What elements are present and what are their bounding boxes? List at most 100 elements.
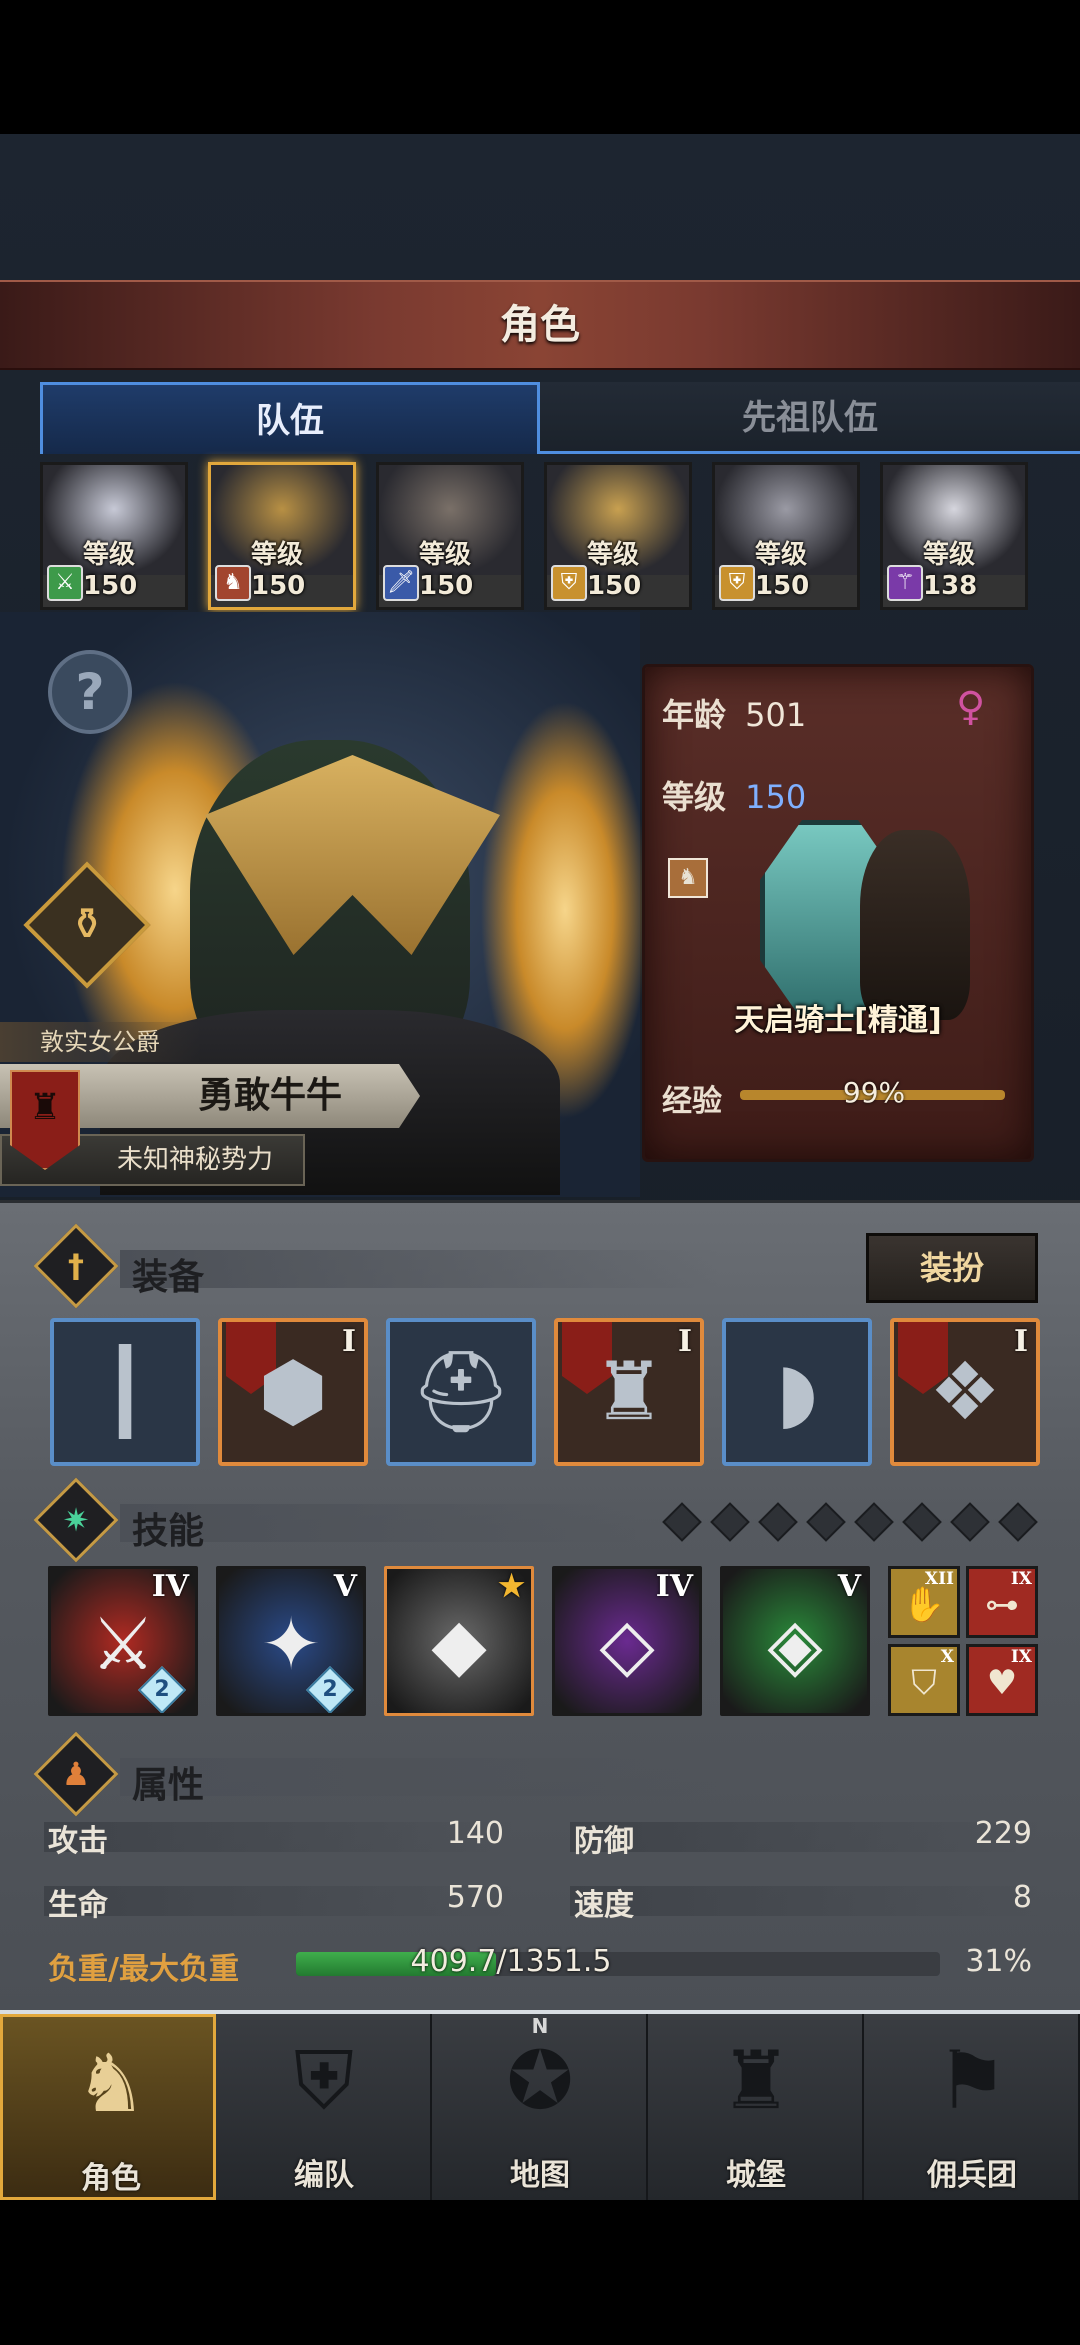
boots-icon: ◗ [775, 1345, 819, 1438]
hero-card[interactable]: ♞ 等级150 [208, 462, 356, 610]
level-label: 等级 [662, 778, 727, 816]
star-burst-icon: ✷ [62, 1501, 90, 1539]
skill-tier: IV [655, 1569, 693, 1604]
hp-label: 生命 [48, 1888, 108, 1923]
formation-icon: ⛨ [294, 2034, 354, 2127]
hero-card[interactable]: ⛨ 等级150 [712, 462, 860, 610]
load-percent: 31% [965, 1944, 1032, 1979]
dagger-icon: 🗡 [383, 565, 419, 601]
load-label: 负重/最大负重 [48, 1952, 239, 1987]
nav-mercenary[interactable]: ⚑ 佣兵团 [864, 2014, 1080, 2200]
age-row: 年龄 501 [662, 690, 806, 736]
passive-skill[interactable]: ⛉ X [888, 1644, 960, 1716]
hero-card[interactable]: ⛨ 等级150 [544, 462, 692, 610]
club-icon: ┃ [100, 1345, 150, 1438]
passive-tier: X [940, 1647, 954, 1667]
speed-value: 8 [1012, 1880, 1032, 1915]
compass-icon: ✪ [506, 2034, 574, 2127]
skill-card[interactable]: ◇ IV [552, 1566, 702, 1716]
nav-label: 城堡 [726, 2158, 786, 2193]
hero-level: 等级150 [419, 540, 474, 601]
tab-ancestor-team[interactable]: 先祖队伍 [540, 382, 1080, 454]
skills-title: 技能 [132, 1511, 205, 1552]
skill-slot-dot [854, 1502, 894, 1542]
character-name[interactable]: 勇敢牛牛 [120, 1064, 420, 1128]
item-tier: I [341, 1324, 356, 1359]
attack-value: 140 [446, 1816, 504, 1851]
shield-icon: ⛨ [551, 565, 587, 601]
mount-class-icon: ♞ [668, 858, 708, 898]
passive-skill[interactable]: ⊶ IX [966, 1566, 1038, 1638]
shield-icon: ⛨ [719, 565, 755, 601]
faction-crest-icon: ♜ [28, 1087, 62, 1128]
defense-label: 防御 [574, 1824, 634, 1859]
castle-icon: ♜ [720, 2034, 792, 2127]
attributes-header-line [120, 1758, 720, 1796]
skill-card[interactable]: ◈ V [720, 1566, 870, 1716]
equipment-slot[interactable]: ⛑ [386, 1318, 536, 1466]
equipment-header-line [120, 1250, 720, 1288]
skill-slot-dot [758, 1502, 798, 1542]
skill-slot-dots [662, 1502, 1042, 1542]
hero-level: 等级150 [83, 540, 138, 601]
skill-card[interactable]: ⚔ IV 2 [48, 1566, 198, 1716]
skill-card[interactable]: ◆ ★ [384, 1566, 534, 1716]
skill-slot-dot [710, 1502, 750, 1542]
equipment-slot[interactable]: ❖ I [890, 1318, 1040, 1466]
page-title: 角色 [500, 302, 580, 348]
hero-level: 等级150 [755, 540, 810, 601]
nav-compass[interactable]: ✪ N 地图 [432, 2014, 648, 2200]
item-tier: I [677, 1324, 692, 1359]
help-button[interactable]: ? [48, 650, 132, 734]
dress-up-button[interactable]: 装扮 [866, 1233, 1038, 1303]
hero-level: 等级150 [587, 540, 642, 601]
nav-label: 编队 [294, 2158, 354, 2193]
attributes-title: 属性 [132, 1765, 205, 1806]
hero-card[interactable]: ⚔ 等级150 [40, 462, 188, 610]
skill-tier: ★ [498, 1569, 525, 1604]
staff-icon: ⚚ [887, 565, 923, 601]
passive-tier: XII [924, 1569, 954, 1589]
exp-value: 99% [842, 1076, 906, 1109]
status-bar-area [0, 0, 1080, 134]
age-label: 年龄 [662, 696, 727, 734]
level-row: 等级 150 [662, 772, 806, 818]
hero-card[interactable]: ⚚ 等级138 [880, 462, 1028, 610]
age-value: 501 [745, 696, 807, 734]
nav-formation[interactable]: ⛨ 编队 [216, 2014, 432, 2200]
tab-bar: 队伍 先祖队伍 [40, 382, 1080, 454]
passive-skill[interactable]: ♥ IX [966, 1644, 1038, 1716]
passive-tier: IX [1010, 1569, 1032, 1589]
skill-card[interactable]: ✦ V 2 [216, 1566, 366, 1716]
passive-tier: IX [1010, 1647, 1032, 1667]
hero-card[interactable]: 🗡 等级150 [376, 462, 524, 610]
equipment-slot[interactable]: ┃ [50, 1318, 200, 1466]
mount-icon: ♞ [215, 565, 251, 601]
compass-north-label: N [531, 2014, 549, 2038]
skill-tier: IV [151, 1569, 189, 1604]
tab-team[interactable]: 队伍 [40, 382, 540, 454]
sword-icon: ⚔ [47, 565, 83, 601]
hero-roster: ⚔ 等级150 ♞ 等级150 🗡 等级150 ⛨ 等级150 ⛨ 等级150 ⚚ 等级138 [40, 462, 1080, 612]
skill-tier: V [333, 1569, 357, 1604]
knight-icon: ♞ [75, 2037, 147, 2130]
nav-label: 佣兵团 [927, 2158, 1017, 2193]
defense-value: 229 [974, 1816, 1032, 1851]
attack-label: 攻击 [48, 1824, 108, 1859]
nav-knight[interactable]: ♞ 角色 [0, 2014, 216, 2200]
equipment-slot[interactable]: ⬢ I [218, 1318, 368, 1466]
exp-label: 经验 [662, 1084, 722, 1119]
skill-badge-count: 2 [322, 1677, 338, 1702]
hero-level: 等级150 [251, 540, 306, 601]
equipment-slot[interactable]: ♜ I [554, 1318, 704, 1466]
system-bar-area [0, 2200, 1080, 2345]
equipment-slot[interactable]: ◗ [722, 1318, 872, 1466]
skill-slot-dot [950, 1502, 990, 1542]
nav-label: 地图 [510, 2158, 570, 2193]
skill-tier: V [837, 1569, 861, 1604]
nav-castle[interactable]: ♜ 城堡 [648, 2014, 864, 2200]
hero-level: 等级138 [923, 540, 978, 601]
passive-skill[interactable]: ✋ XII [888, 1566, 960, 1638]
person-icon: ♟ [61, 1755, 91, 1793]
helmet-icon: ⛑ [410, 1345, 512, 1438]
